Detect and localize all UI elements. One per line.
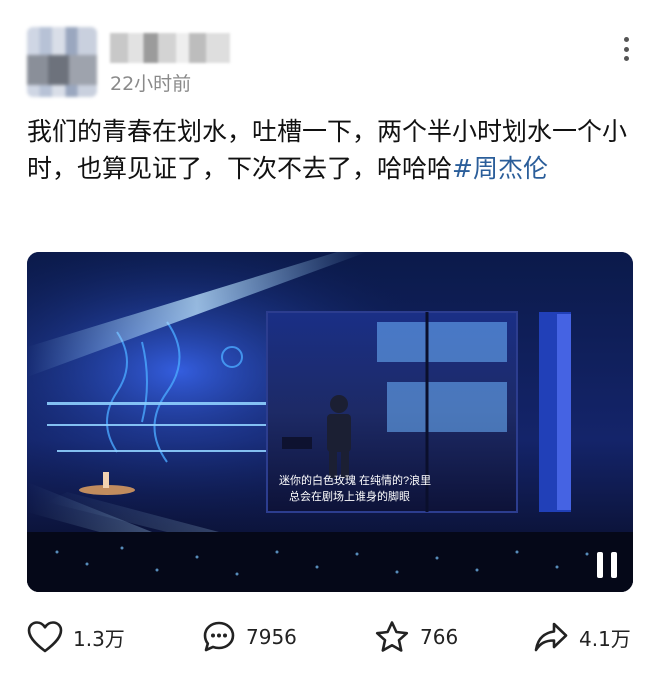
share-icon [534,622,568,652]
video-subtitle-line2: 总会在剧场上谁身的脚眼 [289,489,410,503]
favorite-button[interactable]: 766 [374,612,458,662]
share-count: 4.1万 [579,626,631,651]
username-blurred[interactable] [110,33,230,63]
more-options-button[interactable] [612,36,640,62]
post-timestamp: 22小时前 [110,73,192,95]
like-count: 1.3万 [73,626,125,651]
pause-icon [597,552,603,578]
action-bar: 1.3万 7956 766 4.1万 [0,612,660,662]
pause-button[interactable] [595,552,619,578]
comment-button[interactable]: 7956 [202,612,297,662]
hashtag-link[interactable]: #周杰伦 [452,154,548,183]
post-header: 22小时前 [0,0,660,110]
more-icon [623,37,629,42]
avatar[interactable] [27,27,97,97]
video-subtitle-line1: 迷你的白色玫瑰 在纯情的?浪里 [279,473,431,487]
star-icon [375,621,409,652]
like-button[interactable]: 1.3万 [27,612,125,662]
concert-video-frame: 迷你的白色玫瑰 在纯情的?浪里 总会在剧场上谁身的脚眼 [27,252,633,592]
comment-icon [203,621,235,652]
video-player[interactable]: 迷你的白色玫瑰 在纯情的?浪里 总会在剧场上谁身的脚眼 [27,252,633,592]
favorite-count: 766 [420,625,459,649]
comment-count: 7956 [246,625,297,649]
heart-icon [27,621,63,653]
post-text: 我们的青春在划水，吐槽一下，两个半小时划水一个小时，也算见证了，下次不去了，哈哈… [27,113,627,187]
share-button[interactable]: 4.1万 [533,612,631,662]
